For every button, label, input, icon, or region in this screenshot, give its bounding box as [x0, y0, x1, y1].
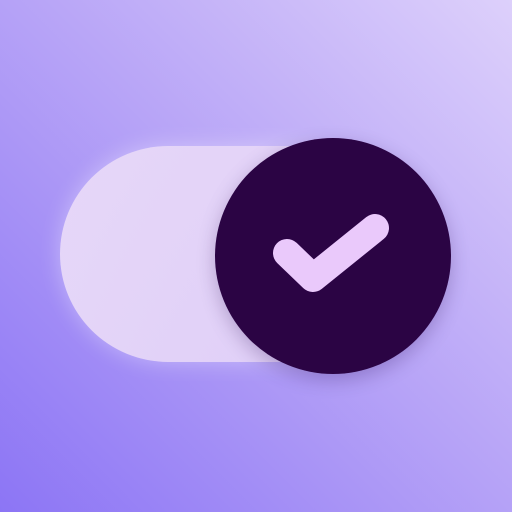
knob-graphic [215, 138, 451, 374]
toggle-app-icon [0, 0, 512, 512]
toggle-knob [215, 138, 451, 374]
